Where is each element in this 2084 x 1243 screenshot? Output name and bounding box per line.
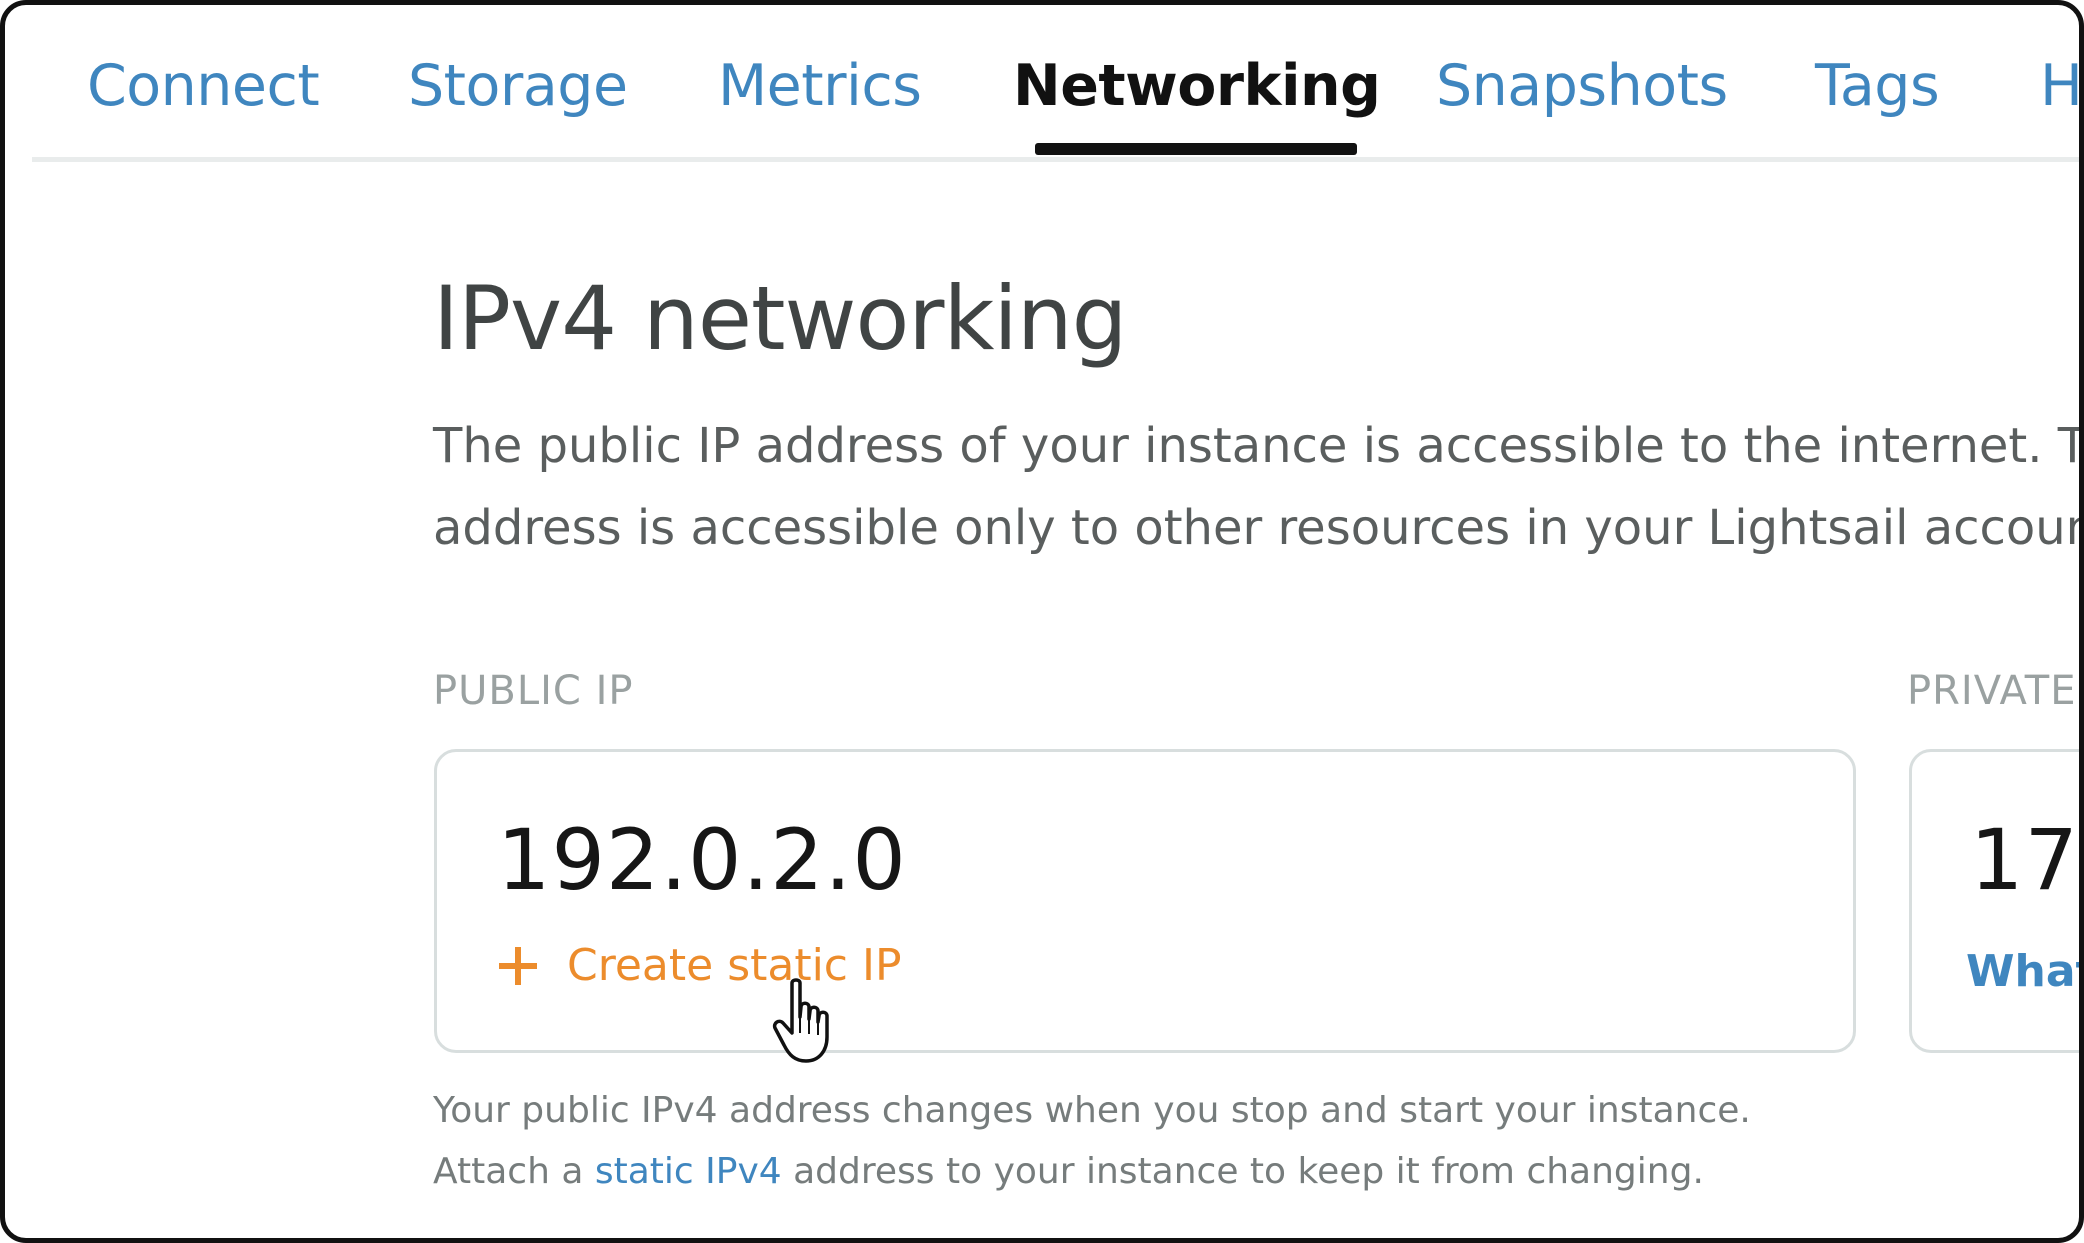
tab-storage[interactable]: Storage: [408, 51, 628, 121]
private-ip-value: 172: [1970, 811, 2079, 909]
private-ip-label: PRIVATE: [1907, 668, 2077, 714]
tab-connect[interactable]: Connect: [87, 51, 320, 121]
hand-pointer-cursor-icon: [772, 978, 829, 1063]
tab-history-partial[interactable]: H: [2040, 51, 2079, 121]
public-ip-note-line-1: Your public IPv4 address changes when yo…: [433, 1090, 1751, 1131]
section-title: IPv4 networking: [433, 267, 1128, 370]
tab-bar: Connect Storage Metrics Networking Snaps…: [32, 5, 2079, 162]
note-prefix: Attach a: [433, 1151, 595, 1192]
description-line-1: The public IP address of your instance i…: [433, 418, 2084, 474]
description-line-2: address is accessible only to other reso…: [433, 500, 2084, 556]
plus-icon: [499, 947, 537, 985]
tab-metrics[interactable]: Metrics: [718, 51, 922, 121]
private-ip-card: 172 What: [1909, 749, 2079, 1053]
public-ip-card: 192.0.2.0 Create static IP: [434, 749, 1856, 1053]
static-ipv4-link[interactable]: static IPv4: [595, 1151, 782, 1192]
tab-tags[interactable]: Tags: [1815, 51, 1940, 121]
public-ip-value: 192.0.2.0: [497, 811, 907, 909]
section-description: The public IP address of your instance i…: [433, 405, 2084, 569]
private-ip-help-link[interactable]: What: [1966, 944, 2079, 1000]
active-tab-indicator: [1035, 143, 1357, 155]
tab-snapshots[interactable]: Snapshots: [1436, 51, 1728, 121]
screenshot-frame: Connect Storage Metrics Networking Snaps…: [0, 0, 2084, 1243]
public-ip-label: PUBLIC IP: [433, 668, 634, 714]
public-ip-note-line-2: Attach a static IPv4 address to your ins…: [433, 1148, 1704, 1196]
tab-networking[interactable]: Networking: [1013, 51, 1381, 121]
create-static-ip-link[interactable]: Create static IP: [567, 938, 902, 994]
note-suffix: address to your instance to keep it from…: [781, 1151, 1704, 1192]
